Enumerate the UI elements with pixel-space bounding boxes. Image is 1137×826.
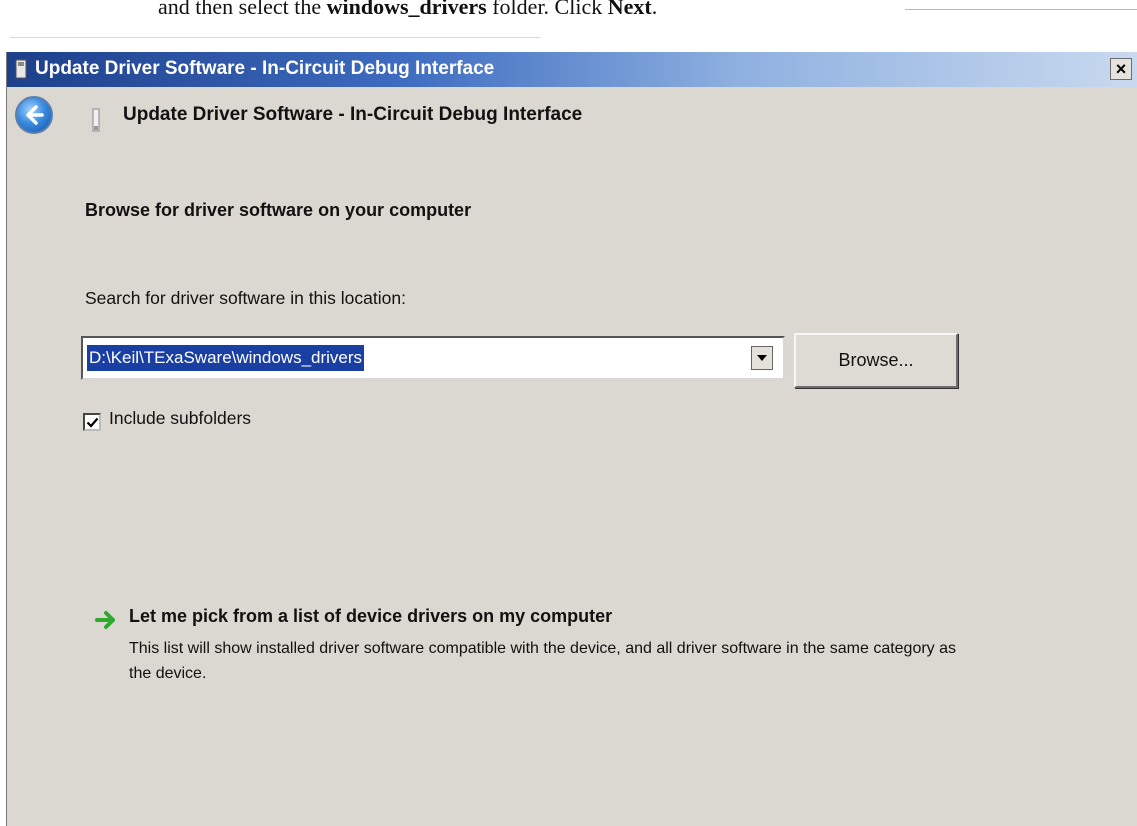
close-button[interactable]: × [1110, 58, 1132, 80]
pick-from-list-description: This list will show installed driver sof… [129, 640, 957, 682]
caption-prefix: and then select the [158, 0, 327, 19]
chevron-down-icon [757, 355, 767, 361]
driver-path-combobox[interactable]: D:\Keil\TExaSware\windows_drivers [81, 336, 785, 380]
page-heading: Browse for driver software on your compu… [85, 200, 472, 220]
include-subfolders-checkbox[interactable] [83, 413, 101, 431]
back-button[interactable] [15, 96, 53, 134]
caption-underline [10, 37, 540, 38]
caption-folder-name: windows_drivers [326, 0, 487, 19]
update-driver-dialog: Update Driver Software - In-Circuit Debu… [6, 52, 1137, 826]
caption-next-word: Next [607, 0, 652, 19]
window-title: Update Driver Software - In-Circuit Debu… [35, 58, 495, 79]
window-app-icon [14, 59, 28, 79]
browse-button[interactable]: Browse... [794, 333, 958, 388]
include-subfolders-label[interactable]: Include subfolders [109, 408, 251, 429]
wizard-title: Update Driver Software - In-Circuit Debu… [123, 104, 583, 125]
caption-middle: folder. Click [486, 0, 608, 19]
window-titlebar[interactable]: Update Driver Software - In-Circuit Debu… [7, 52, 1137, 87]
usb-device-icon [92, 108, 100, 132]
caption-rule [905, 9, 1137, 10]
search-location-label: Search for driver software in this locat… [85, 288, 406, 308]
checkmark-icon [86, 417, 99, 428]
document-caption: and then select the windows_drivers fold… [158, 0, 657, 26]
wizard-header: Update Driver Software - In-Circuit Debu… [7, 87, 1137, 147]
driver-path-value[interactable]: D:\Keil\TExaSware\windows_drivers [87, 345, 365, 371]
back-arrow-icon [26, 105, 44, 125]
path-dropdown-button[interactable] [751, 346, 773, 370]
caption-suffix: . [651, 0, 658, 19]
pick-from-list-link[interactable]: Let me pick from a list of device driver… [129, 606, 612, 627]
green-arrow-icon[interactable] [95, 610, 117, 630]
